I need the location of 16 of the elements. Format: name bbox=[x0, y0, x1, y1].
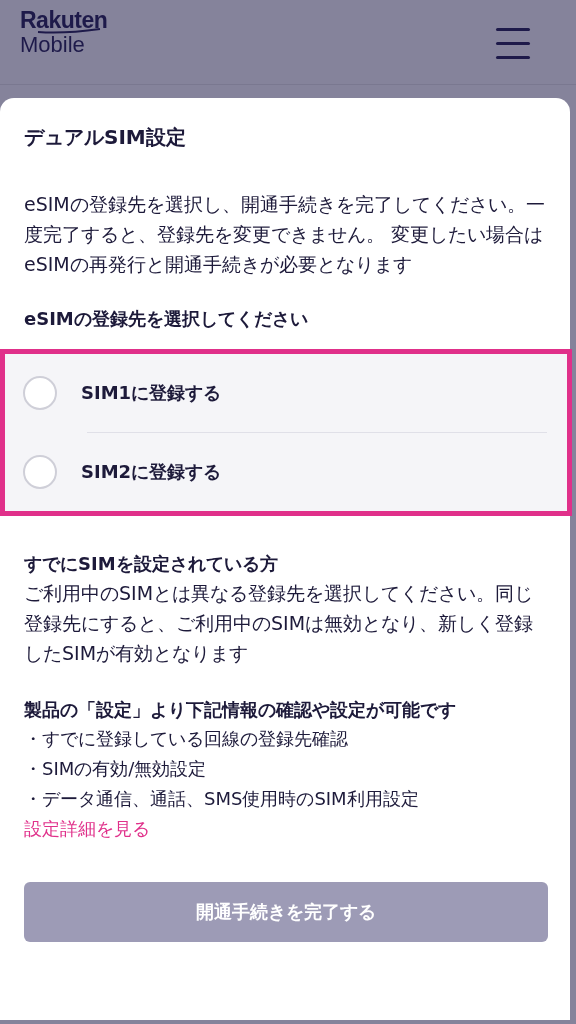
list-item: ・すでに登録している回線の登録先確認 bbox=[23, 727, 349, 751]
list-item: ・データ通信、通話、SMS使用時のSIM利用設定 bbox=[23, 787, 420, 811]
radio-button[interactable] bbox=[23, 376, 57, 410]
option-label[interactable]: SIM2に登録する bbox=[81, 460, 222, 484]
logo[interactable]: Rakuten Mobile bbox=[20, 8, 120, 56]
settings-link[interactable]: 設定詳細を見る bbox=[0, 814, 170, 844]
radio-button[interactable] bbox=[23, 455, 57, 489]
settings-heading: 製品の「設定」より下記情報の確認や設定が可能です bbox=[23, 698, 457, 722]
menu-icon[interactable] bbox=[496, 28, 530, 59]
option-label[interactable]: SIM1に登録する bbox=[81, 381, 222, 405]
description-text: eSIMの登録先を選択し、開通手続きを完了してください。一度完了すると、登録先を変更できません。 変更したい場合はeSIMの再発行と開通手続きが必要となります bbox=[23, 192, 546, 277]
notice-heading: すでにSIMを設定されている方 bbox=[23, 552, 279, 576]
dialog-title: デュアルSIM設定 bbox=[23, 124, 187, 151]
notice-text: ご利用中のSIMとは異なる登録先を選択してください。同じ登録先にすると、ご利用中のSIMは無効となり、新しく登録したSIMが有効となります bbox=[23, 581, 535, 666]
prompt-text: eSIMの登録先を選択してください bbox=[23, 307, 309, 331]
list-item: ・SIMの有効/無効設定 bbox=[23, 757, 208, 781]
